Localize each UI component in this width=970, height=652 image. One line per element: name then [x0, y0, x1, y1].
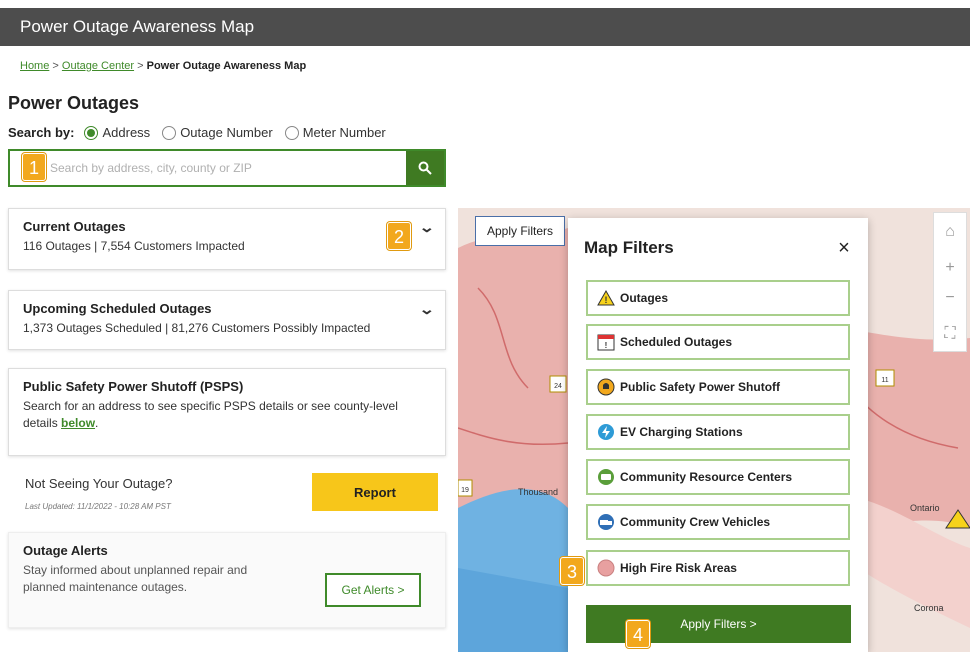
filter-community-resource-centers-label: Community Resource Centers: [620, 470, 793, 484]
outage-alerts-text: Stay informed about unplanned repair and…: [23, 563, 248, 594]
fullscreen-icon[interactable]: ⛶: [934, 319, 966, 349]
psps-title: Public Safety Power Shutoff (PSPS): [23, 379, 244, 394]
calendar-icon: !: [596, 332, 616, 352]
radio-dot-icon: [284, 125, 299, 140]
filter-outages-label: Outages: [620, 291, 669, 305]
breadcrumb-separator: >: [52, 60, 59, 72]
route-marker-24: 24: [549, 375, 567, 393]
report-button[interactable]: Report: [312, 473, 438, 511]
truck-icon: [596, 512, 616, 532]
map-filters-title: Map Filters: [584, 238, 674, 257]
current-outages-card[interactable]: Current Outages 116 Outages | 7,554 Cust…: [8, 208, 446, 270]
map-label-corona: Corona: [914, 603, 944, 613]
breadcrumb-outage-center-link[interactable]: Outage Center: [62, 60, 134, 72]
breadcrumb-current: Power Outage Awareness Map: [146, 60, 307, 72]
map-apply-filters-tab[interactable]: Apply Filters: [475, 216, 565, 246]
step-badge-1: 1: [22, 153, 46, 181]
route-marker-19: 19: [458, 479, 473, 497]
get-alerts-button[interactable]: Get Alerts >: [325, 573, 421, 607]
filter-high-fire-risk-label: High Fire Risk Areas: [620, 561, 737, 575]
radio-address-label: Address: [102, 125, 151, 140]
search-input[interactable]: [10, 151, 406, 185]
filter-scheduled-outages[interactable]: ! Scheduled Outages: [586, 324, 850, 360]
psps-suffix: .: [95, 416, 99, 430]
radio-outage-number-label: Outage Number: [180, 125, 273, 140]
zoom-out-icon[interactable]: −: [934, 283, 966, 313]
psps-below-link[interactable]: below: [61, 416, 95, 430]
upcoming-outages-title: Upcoming Scheduled Outages: [23, 301, 212, 316]
chevron-down-icon[interactable]: ⌄: [419, 301, 435, 318]
search-by-label: Search by:: [8, 125, 75, 140]
chevron-down-icon[interactable]: ⌄: [419, 219, 435, 236]
filter-community-resource-centers[interactable]: Community Resource Centers: [586, 459, 850, 495]
radio-dot-icon: [162, 125, 177, 140]
app-title: Power Outage Awareness Map: [20, 17, 255, 36]
svg-text:19: 19: [461, 487, 469, 494]
search-by-group: Search by: Address Outage Number Meter N…: [8, 125, 392, 140]
upcoming-outages-card[interactable]: Upcoming Scheduled Outages 1,373 Outages…: [8, 290, 446, 350]
breadcrumb-separator: >: [137, 60, 144, 72]
home-icon[interactable]: ⌂: [934, 217, 966, 247]
step-badge-3: 3: [560, 557, 584, 585]
report-heading: Not Seeing Your Outage?: [25, 476, 173, 491]
close-icon[interactable]: ×: [832, 236, 856, 260]
filter-community-crew-vehicles[interactable]: Community Crew Vehicles: [586, 504, 850, 540]
search-box: [8, 149, 446, 187]
app-title-bar: Power Outage Awareness Map: [0, 8, 970, 46]
breadcrumb-home-link[interactable]: Home: [20, 60, 49, 72]
filter-ev-charging[interactable]: EV Charging Stations: [586, 414, 850, 450]
zoom-in-icon[interactable]: +: [934, 253, 966, 283]
svg-text:!: !: [605, 341, 608, 350]
filter-high-fire-risk[interactable]: High Fire Risk Areas: [586, 550, 850, 586]
route-marker-11: 11: [875, 369, 895, 387]
filter-scheduled-outages-label: Scheduled Outages: [620, 335, 733, 349]
filter-psps-label: Public Safety Power Shutoff: [620, 380, 781, 394]
bell-icon: [596, 377, 616, 397]
svg-text:!: !: [605, 295, 608, 305]
radio-meter-number[interactable]: Meter Number: [284, 125, 386, 140]
radio-address[interactable]: Address: [84, 125, 150, 140]
radio-dot-icon: [84, 125, 99, 140]
outage-alerts-title: Outage Alerts: [23, 543, 108, 558]
fire-area-icon: [596, 558, 616, 578]
search-button[interactable]: [406, 151, 444, 185]
bus-icon: [596, 467, 616, 487]
map-label-thousand: Thousand: [518, 487, 558, 497]
step-badge-2: 2: [387, 222, 411, 250]
psps-card: Public Safety Power Shutoff (PSPS) Searc…: [8, 368, 446, 456]
filter-community-crew-vehicles-label: Community Crew Vehicles: [620, 515, 771, 529]
current-outages-summary: 116 Outages | 7,554 Customers Impacted: [23, 239, 245, 253]
map-label-ontario: Ontario: [910, 503, 940, 513]
filter-ev-charging-label: EV Charging Stations: [620, 425, 743, 439]
current-outages-title: Current Outages: [23, 219, 126, 234]
filter-psps[interactable]: Public Safety Power Shutoff: [586, 369, 850, 405]
search-icon: [418, 161, 432, 175]
outage-alerts-card: Outage Alerts Stay informed about unplan…: [8, 532, 446, 628]
svg-text:24: 24: [554, 383, 562, 390]
filter-outages[interactable]: ! Outages: [586, 280, 850, 316]
map-filters-panel: Map Filters × ! Outages ! Scheduled Outa…: [568, 218, 868, 652]
radio-meter-number-label: Meter Number: [302, 125, 386, 140]
upcoming-outages-summary: 1,373 Outages Scheduled | 81,276 Custome…: [23, 321, 371, 335]
page-title: Power Outages: [8, 93, 140, 113]
step-badge-4: 4: [626, 620, 650, 648]
lightning-icon: [596, 422, 616, 442]
radio-outage-number[interactable]: Outage Number: [162, 125, 273, 140]
report-section: Not Seeing Your Outage? Last Updated: 11…: [8, 462, 446, 526]
warning-triangle-icon: !: [596, 288, 616, 308]
last-updated-text: Last Updated: 11/1/2022 - 10:28 AM PST: [25, 502, 171, 511]
svg-text:11: 11: [881, 377, 888, 384]
map-controls: ⌂ + − ⛶: [933, 212, 967, 352]
breadcrumb: Home > Outage Center > Power Outage Awar…: [20, 60, 306, 72]
psps-text: Search for an address to see specific PS…: [23, 398, 431, 432]
